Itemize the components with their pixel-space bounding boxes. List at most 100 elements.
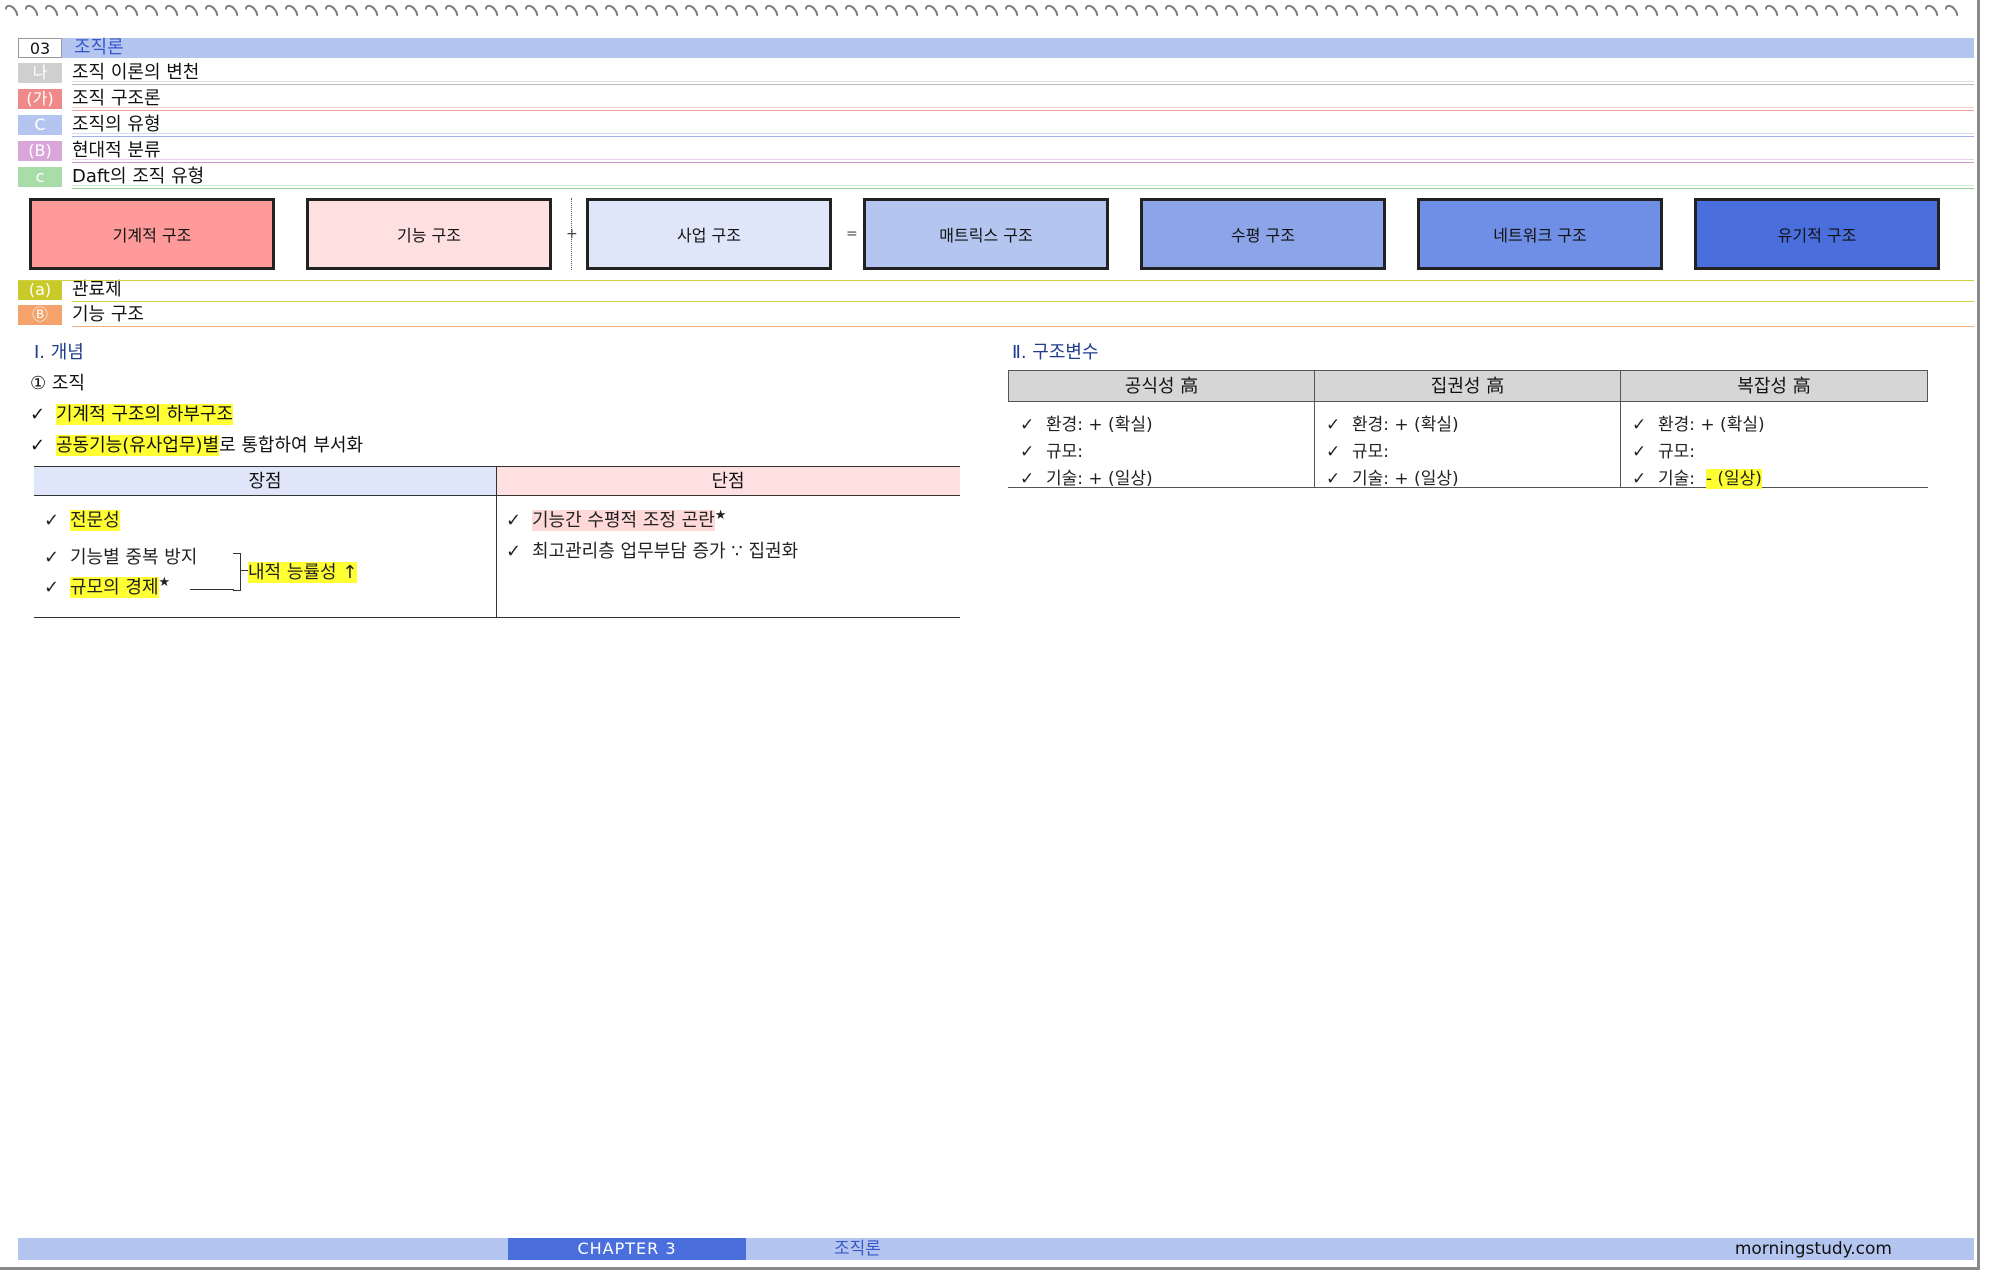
row-rule xyxy=(72,81,1974,82)
spiral-ring xyxy=(102,2,121,23)
con-item: ✓ 최고관리층 업무부담 증가 ∵ 집권화 xyxy=(506,537,798,563)
row-title: Daft의 조직 유형 xyxy=(72,166,205,187)
spiral-ring xyxy=(262,2,281,23)
star-icon: ★ xyxy=(158,575,171,590)
spiral-ring xyxy=(42,2,61,23)
spiral-ring xyxy=(1802,2,1821,23)
spiral-ring xyxy=(582,2,601,23)
concept-item-label: 조직 xyxy=(51,373,85,394)
spiral-ring xyxy=(1822,2,1841,23)
circled-one-marker: ① xyxy=(30,373,47,394)
con-text: 최고관리층 업무부담 증가 ∵ 집권화 xyxy=(532,541,799,562)
row-title: 기능 구조 xyxy=(72,304,144,325)
pro-item: ✓ 전문성 xyxy=(44,506,120,532)
spiral-ring xyxy=(522,2,541,23)
spiral-ring xyxy=(982,2,1001,23)
footer-bar: CHAPTER 3 조직론 morningstudy.com xyxy=(18,1238,1974,1260)
var-item: ✓ 규모: xyxy=(1020,437,1083,462)
header-row-5: c Daft의 조직 유형 xyxy=(18,167,1974,189)
header-row-chapter: 03 조직론 xyxy=(18,38,1974,60)
spiral-ring xyxy=(1162,2,1181,23)
spiral-ring xyxy=(1122,2,1141,23)
row-tag: c xyxy=(18,167,62,187)
page-sheet xyxy=(0,0,1980,1270)
spiral-ring xyxy=(682,2,701,23)
daft-box-network: 네트워크 구조 xyxy=(1417,198,1663,270)
concept-title: Ⅰ. 개념 xyxy=(34,342,84,363)
spiral-ring xyxy=(342,2,361,23)
row-title: 관료제 xyxy=(72,279,122,300)
chapter-band xyxy=(62,38,1974,58)
var-text: 기술: + (일상) xyxy=(1046,469,1153,489)
spiral-ring xyxy=(242,2,261,23)
header-row-4: (B) 현대적 분류 xyxy=(18,141,1974,163)
row-rule xyxy=(72,162,1974,163)
var-text: 환경: + (확실) xyxy=(1046,415,1153,435)
spiral-ring xyxy=(302,2,321,23)
daft-separator xyxy=(571,198,572,270)
spiral-ring xyxy=(1102,2,1121,23)
bracket-connector xyxy=(233,553,241,591)
con-item: ✓ 기능간 수평적 조정 곤란★ xyxy=(506,506,726,532)
spiral-ring xyxy=(1422,2,1441,23)
row-title: 조직의 유형 xyxy=(72,114,161,135)
daft-box-mechanistic: 기계적 구조 xyxy=(29,198,275,270)
spiral-ring xyxy=(1402,2,1421,23)
spiral-ring xyxy=(1902,2,1921,23)
spiral-ring xyxy=(1382,2,1401,23)
spiral-ring xyxy=(942,2,961,23)
spiral-ring xyxy=(602,2,621,23)
spiral-ring xyxy=(1542,2,1561,23)
row-rule xyxy=(72,301,1974,302)
row-rule xyxy=(72,136,1974,137)
spiral-ring xyxy=(1842,2,1861,23)
spiral-ring xyxy=(282,2,301,23)
var-item: ✓ 환경: + (확실) xyxy=(1020,410,1153,435)
daft-box-matrix: 매트릭스 구조 xyxy=(863,198,1109,270)
check-icon: ✓ xyxy=(1326,469,1341,489)
spiral-ring xyxy=(162,2,181,23)
concept-bullet-1: ✓ 기계적 구조의 하부구조 xyxy=(30,400,234,426)
header-row-3: C 조직의 유형 xyxy=(18,115,1974,137)
spiral-ring xyxy=(1882,2,1901,23)
spiral-ring xyxy=(1202,2,1221,23)
spiral-ring xyxy=(1522,2,1541,23)
var-item: ✓ 환경: + (확실) xyxy=(1326,410,1459,435)
spiral-ring xyxy=(322,2,341,23)
daft-box-functional: 기능 구조 xyxy=(306,198,552,270)
daft-box-horizontal: 수평 구조 xyxy=(1140,198,1386,270)
check-icon: ✓ xyxy=(1632,415,1647,435)
spiral-ring xyxy=(722,2,741,23)
header-row-2: (가) 조직 구조론 xyxy=(18,89,1974,111)
var-text: 규모: xyxy=(1352,442,1390,462)
spiral-ring xyxy=(1682,2,1701,23)
spiral-ring xyxy=(442,2,461,23)
var-text: 규모: xyxy=(1658,442,1696,462)
spiral-ring xyxy=(562,2,581,23)
cons-header: 단점 xyxy=(496,466,960,496)
var-item: ✓ 기술: - (일상) xyxy=(1632,464,1762,489)
check-icon: ✓ xyxy=(1326,442,1341,462)
var-item: ✓ 환경: + (확실) xyxy=(1632,410,1765,435)
spiral-ring xyxy=(1782,2,1801,23)
row-tag: C xyxy=(18,115,62,135)
spiral-ring xyxy=(1042,2,1061,23)
spiral-ring xyxy=(822,2,841,23)
spiral-ring xyxy=(482,2,501,23)
spiral-ring xyxy=(1362,2,1381,23)
spiral-ring xyxy=(462,2,481,23)
bullet-text-highlight: 공동기능(유사업무)별 xyxy=(56,435,220,456)
spiral-ring xyxy=(1002,2,1021,23)
spiral-ring xyxy=(142,2,161,23)
var-text-highlight: - (일상) xyxy=(1705,469,1762,489)
spiral-ring xyxy=(1642,2,1661,23)
spiral-ring xyxy=(1702,2,1721,23)
var-item: ✓ 규모: xyxy=(1632,437,1695,462)
spiral-ring xyxy=(362,2,381,23)
var-header-complexity: 복잡성 高 xyxy=(1620,370,1928,402)
spiral-ring xyxy=(1242,2,1261,23)
spiral-ring xyxy=(1922,2,1941,23)
check-icon: ✓ xyxy=(1632,442,1647,462)
concept-bullet-2: ✓ 공동기능(유사업무)별로 통합하여 부서화 xyxy=(30,431,363,457)
spiral-ring xyxy=(1862,2,1881,23)
